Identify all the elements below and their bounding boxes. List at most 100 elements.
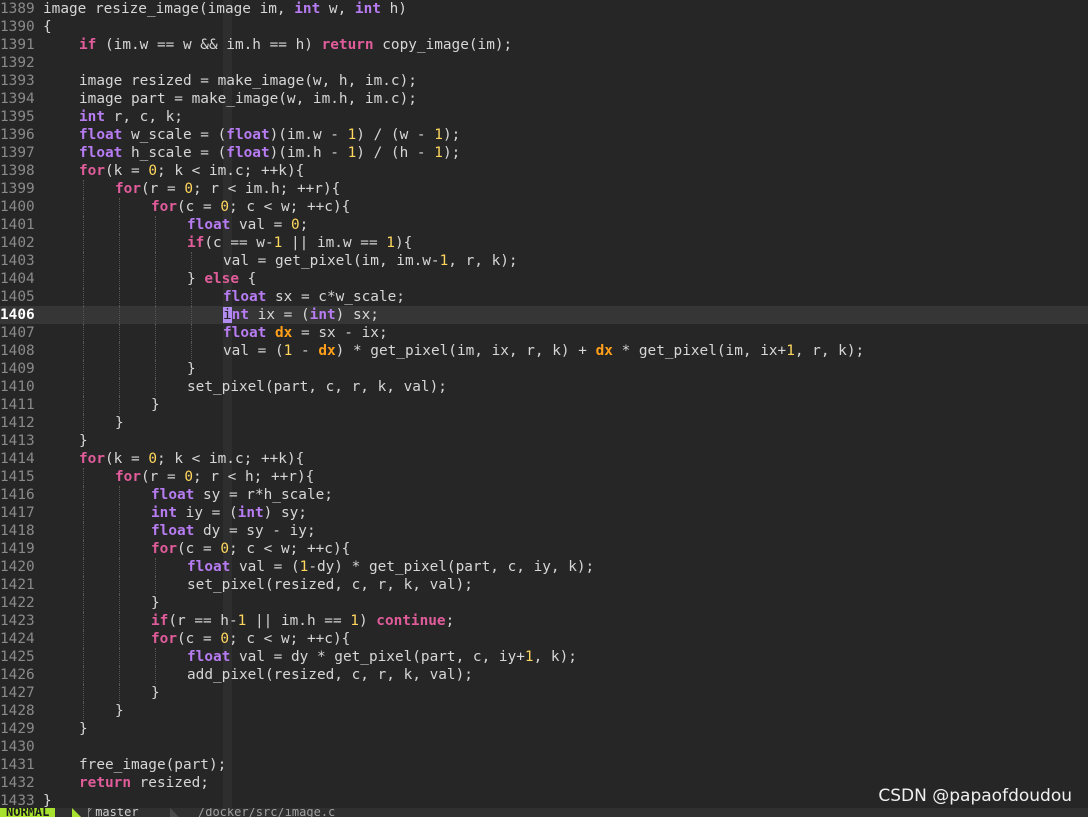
code-line[interactable]: 1399 for(r = 0; r < im.h; ++r){ (0, 180, 1088, 198)
code-line[interactable]: 1393 image resized = make_image(w, h, im.… (0, 72, 1088, 90)
code-token: add_pixel(resized, c, r, k, val); (187, 667, 473, 683)
indent-guide (119, 378, 120, 396)
code-token: )(im.w - (269, 127, 348, 143)
code-token: int (151, 505, 177, 521)
code-token: continue (376, 613, 446, 629)
code-token: ) sx; (335, 307, 379, 323)
code-token: free_image(part); (79, 757, 227, 773)
code-token: ; k < im.c; ++k){ (157, 451, 305, 467)
code-line[interactable]: 1418 float dy = sy - iy; (0, 522, 1088, 540)
code-line[interactable]: 1405 float sx = c*w_scale; (0, 288, 1088, 306)
code-line[interactable]: 1406 int ix = (int) sx; (0, 306, 1088, 324)
code-token: set_pixel(resized, c, r, k, val); (187, 577, 473, 593)
indent-guide (155, 324, 156, 342)
line-number: 1427 (0, 685, 35, 701)
line-code: float h_scale = (float)(im.h - 1) / (h -… (79, 144, 460, 162)
code-line[interactable]: 1431 free_image(part); (0, 756, 1088, 774)
indent-guide (155, 360, 156, 378)
code-line[interactable]: 1408 val = (1 - dx) * get_pixel(im, ix, r… (0, 342, 1088, 360)
code-line[interactable]: 1410 set_pixel(part, c, r, k, val); (0, 378, 1088, 396)
code-line[interactable]: 1392 (0, 54, 1088, 72)
line-code: float val = dy * get_pixel(part, c, iy+1… (187, 648, 577, 666)
code-token: 1 (524, 649, 534, 665)
code-line[interactable]: 1428} (0, 702, 1088, 720)
code-line[interactable]: 1404} else { (0, 270, 1088, 288)
code-line[interactable]: 1427} (0, 684, 1088, 702)
code-line[interactable]: 1425 float val = dy * get_pixel(part, c, … (0, 648, 1088, 666)
code-line[interactable]: 1413} (0, 432, 1088, 450)
code-token: 0 (220, 631, 229, 647)
line-number: 1417 (0, 505, 35, 521)
line-number: 1420 (0, 559, 35, 575)
code-line[interactable]: 1417 int iy = (int) sy; (0, 504, 1088, 522)
line-code: } (151, 594, 160, 612)
code-token: } (187, 361, 196, 377)
code-token: float (226, 127, 270, 143)
code-line[interactable]: 1391 if (im.w == w && im.h == h) return c… (0, 36, 1088, 54)
code-line[interactable]: 1397 float h_scale = (float)(im.h - 1) / … (0, 144, 1088, 162)
code-token: - (292, 343, 319, 359)
indent-guide (119, 234, 120, 252)
indent-guide (119, 270, 120, 288)
code-line[interactable]: 1422} (0, 594, 1088, 612)
code-line[interactable]: 1390 { (0, 18, 1088, 36)
line-code: image part = make_image(w, im.h, im.c); (79, 90, 417, 108)
line-number: 1394 (0, 91, 35, 107)
code-line[interactable]: 1419 for(c = 0; c < w; ++c){ (0, 540, 1088, 558)
code-token: * get_pixel(im, ix+ (612, 343, 787, 359)
code-line[interactable]: 1402 if(c == w-1 || im.w == 1){ (0, 234, 1088, 252)
code-line[interactable]: 1420 float val = (1-dy) * get_pixel(part,… (0, 558, 1088, 576)
code-line[interactable]: 1398 for(k = 0; k < im.c; ++k){ (0, 162, 1088, 180)
line-number: 1410 (0, 379, 35, 395)
code-line[interactable]: 1415 for(r = 0; r < h; ++r){ (0, 468, 1088, 486)
indent-guide (83, 684, 84, 702)
code-token: ; (445, 613, 455, 629)
code-line[interactable]: 1395 int r, c, k; (0, 108, 1088, 126)
line-code: } else { (187, 270, 256, 288)
line-number: 1431 (0, 757, 35, 773)
code-line[interactable]: 1414 for(k = 0; k < im.c; ++k){ (0, 450, 1088, 468)
code-token: w, (320, 1, 355, 17)
code-token: for (79, 163, 105, 179)
indent-guide (155, 648, 156, 666)
indent-guide (83, 648, 84, 666)
line-number: 1405 (0, 289, 35, 305)
code-line[interactable]: 1421 set_pixel(resized, c, r, k, val); (0, 576, 1088, 594)
code-line[interactable]: 1396 float w_scale = (float)(im.w - 1) / … (0, 126, 1088, 144)
code-editor[interactable]: 1389 image resize_image(image im, int w, … (0, 0, 1088, 817)
line-code: if(r == h-1 || im.h == 1) continue; (151, 612, 454, 630)
line-number: 1402 (0, 235, 35, 251)
code-token: int (79, 109, 105, 125)
code-line[interactable]: 1423 if(r == h-1 || im.h == 1) continue; (0, 612, 1088, 630)
code-line[interactable]: 1412} (0, 414, 1088, 432)
indent-guide (83, 378, 84, 396)
code-token: 0 (220, 541, 229, 557)
code-token: w_scale = ( (122, 127, 227, 143)
code-token: ; k < im.c; ++k){ (157, 163, 305, 179)
code-line[interactable]: 1411} (0, 396, 1088, 414)
code-line[interactable]: 1430 (0, 738, 1088, 756)
code-line[interactable]: 1389 image resize_image(image im, int w, … (0, 0, 1088, 18)
code-line[interactable]: 1409} (0, 360, 1088, 378)
indent-guide (155, 666, 156, 684)
code-line[interactable]: 1401 float val = 0; (0, 216, 1088, 234)
code-line[interactable]: 1400 for(c = 0; c < w; ++c){ (0, 198, 1088, 216)
code-line[interactable]: 1429} (0, 720, 1088, 738)
line-number: 1422 (0, 595, 35, 611)
line-number: 1426 (0, 667, 35, 683)
indent-guide (191, 342, 192, 360)
indent-guide (119, 684, 120, 702)
code-line[interactable]: 1403 val = get_pixel(im, im.w-1, r, k); (0, 252, 1088, 270)
code-line[interactable]: 1407 float dx = sx - ix; (0, 324, 1088, 342)
code-line[interactable]: 1394 image part = make_image(w, im.h, im.… (0, 90, 1088, 108)
line-code: for(c = 0; c < w; ++c){ (151, 630, 350, 648)
code-line[interactable]: 1416 float sy = r*h_scale; (0, 486, 1088, 504)
code-line[interactable]: 1424 for(c = 0; c < w; ++c){ (0, 630, 1088, 648)
indent-guide (119, 522, 120, 540)
line-code: float sx = c*w_scale; (223, 288, 405, 306)
line-number: 1430 (0, 739, 35, 755)
mode-indicator: NORMAL (0, 808, 56, 817)
indent-guide (119, 396, 120, 414)
code-line[interactable]: 1426 add_pixel(resized, c, r, k, val); (0, 666, 1088, 684)
line-number: 1408 (0, 343, 35, 359)
